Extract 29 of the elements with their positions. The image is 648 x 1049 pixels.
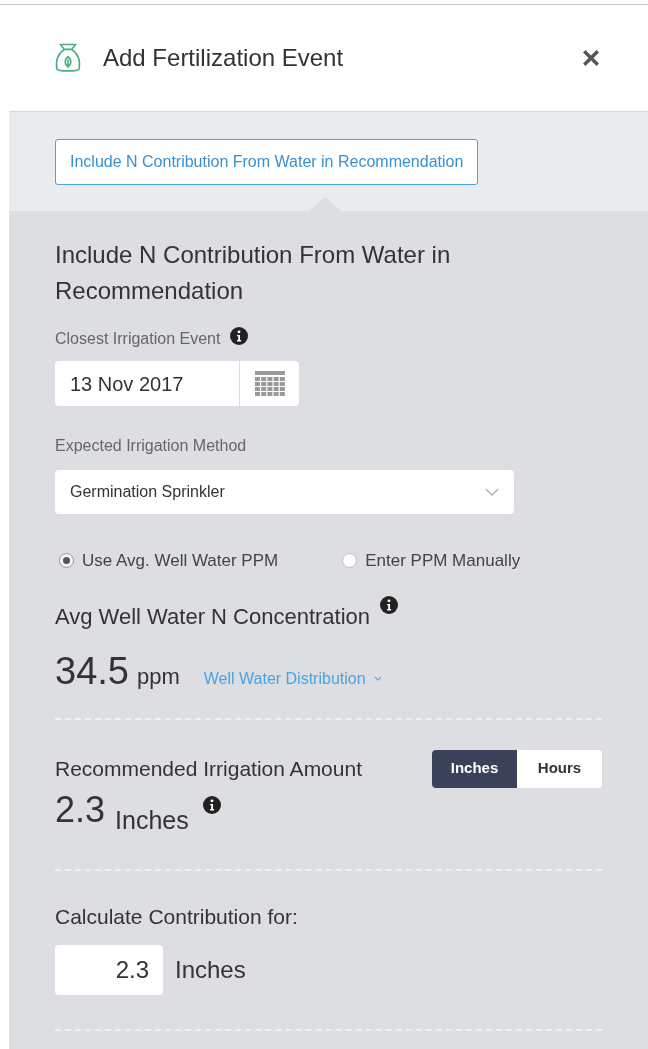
info-icon[interactable] (230, 327, 249, 345)
section-title: Include N Contribution From Water in Recommendation (55, 240, 452, 306)
recommended-unit: Inches (115, 804, 189, 836)
dialog-title: Add Fertilization Event (103, 43, 345, 73)
chevron-down-icon (485, 487, 499, 497)
unit-toggle[interactable]: Inches (432, 749, 517, 788)
info-icon[interactable] (202, 795, 221, 814)
calculate-label: Calculate Contribution for: (55, 904, 299, 930)
radio-button[interactable] (342, 553, 358, 569)
radio-label[interactable]: Enter PPM Manually (365, 548, 521, 574)
field-label: Expected Irrigation Method (55, 436, 248, 456)
close-icon[interactable] (582, 49, 600, 67)
field-label: Closest Irrigation Event (55, 329, 221, 349)
amount-input[interactable]: 2.3 (55, 944, 163, 995)
concentration-label: Avg Well Water N Concentration (55, 602, 371, 631)
bag-icon (53, 42, 83, 74)
include-water-button[interactable]: Include N Contribution From Water in Recommendation (55, 138, 479, 185)
chevron-down-icon (373, 676, 382, 681)
amount-unit: Inches (175, 954, 246, 985)
info-icon[interactable] (380, 595, 399, 614)
date-field[interactable]: 13 Nov 2017 (55, 361, 299, 406)
concentration-unit: ppm (136, 662, 180, 691)
radio-button[interactable] (59, 553, 74, 569)
concentration-value: 34.5 (55, 648, 129, 694)
recommended-label: Recommended Irrigation Amount (55, 755, 362, 782)
method-select[interactable]: Germination Sprinkler (55, 470, 514, 514)
calendar-icon[interactable] (254, 370, 285, 397)
recommended-value: 2.3 (55, 787, 106, 832)
radio-label[interactable]: Use Avg. Well Water PPM (82, 548, 279, 574)
